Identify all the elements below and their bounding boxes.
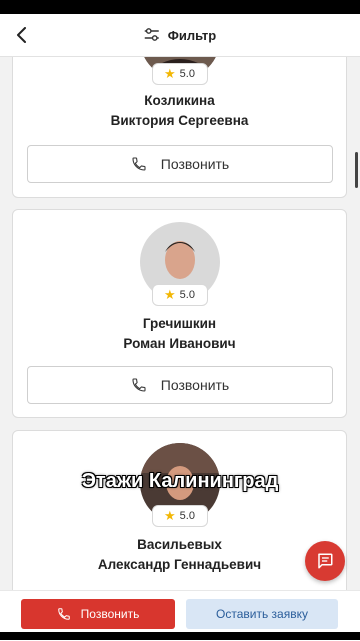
star-icon: ★: [164, 508, 176, 523]
chat-button[interactable]: [305, 541, 345, 581]
call-button[interactable]: Позвонить: [27, 366, 333, 404]
filter-button[interactable]: Фильтр: [144, 14, 217, 56]
sliders-icon: [144, 28, 159, 41]
call-button-label: Позвонить: [160, 156, 230, 172]
system-nav-bar: [0, 632, 360, 640]
call-main-button[interactable]: Позвонить: [21, 599, 175, 629]
rating-badge: ★ 5.0: [151, 63, 208, 85]
chat-icon: [318, 553, 333, 569]
star-icon: ★: [164, 287, 176, 302]
back-button[interactable]: [10, 23, 34, 47]
agent-given-name: Виктория Сергеевна: [110, 113, 249, 128]
request-label: Оставить заявку: [216, 607, 308, 621]
filter-label: Фильтр: [167, 27, 217, 43]
rating-badge: ★ 5.0: [151, 505, 208, 527]
agent-card: ★ 5.0 Гречишкин Роман Иванович Позвонить: [12, 209, 347, 418]
status-bar: [0, 0, 360, 14]
scrollbar[interactable]: [355, 152, 358, 188]
agent-surname: Васильевых: [137, 537, 222, 552]
rating-value: 5.0: [179, 68, 195, 80]
call-button-label: Позвонить: [160, 377, 230, 393]
top-bar: Фильтр: [0, 14, 360, 57]
agent-card: ★ 5.0 Васильевых Александр Геннадьевич: [12, 430, 347, 596]
request-button[interactable]: Оставить заявку: [186, 599, 338, 629]
call-button[interactable]: Позвонить: [27, 145, 333, 183]
agent-given-name: Александр Геннадьевич: [97, 557, 262, 572]
chevron-left-icon: [17, 27, 26, 43]
rating-value: 5.0: [179, 289, 195, 301]
rating-value: 5.0: [179, 510, 195, 522]
agent-given-name: Роман Иванович: [123, 336, 236, 351]
rating-badge: ★ 5.0: [151, 284, 208, 306]
agent-surname: Козликина: [144, 93, 215, 108]
agent-card: ★ 5.0 Козликина Виктория Сергеевна Позво…: [12, 56, 347, 198]
star-icon: ★: [164, 66, 176, 81]
agent-list[interactable]: ★ 5.0 Козликина Виктория Сергеевна Позво…: [0, 56, 360, 596]
overlay-caption: Этажи Калининград: [81, 470, 279, 492]
phone-icon: [57, 608, 70, 620]
agent-surname: Гречишкин: [142, 316, 217, 331]
phone-icon: [132, 378, 146, 392]
call-main-label: Позвонить: [80, 607, 140, 621]
phone-icon: [132, 157, 146, 171]
